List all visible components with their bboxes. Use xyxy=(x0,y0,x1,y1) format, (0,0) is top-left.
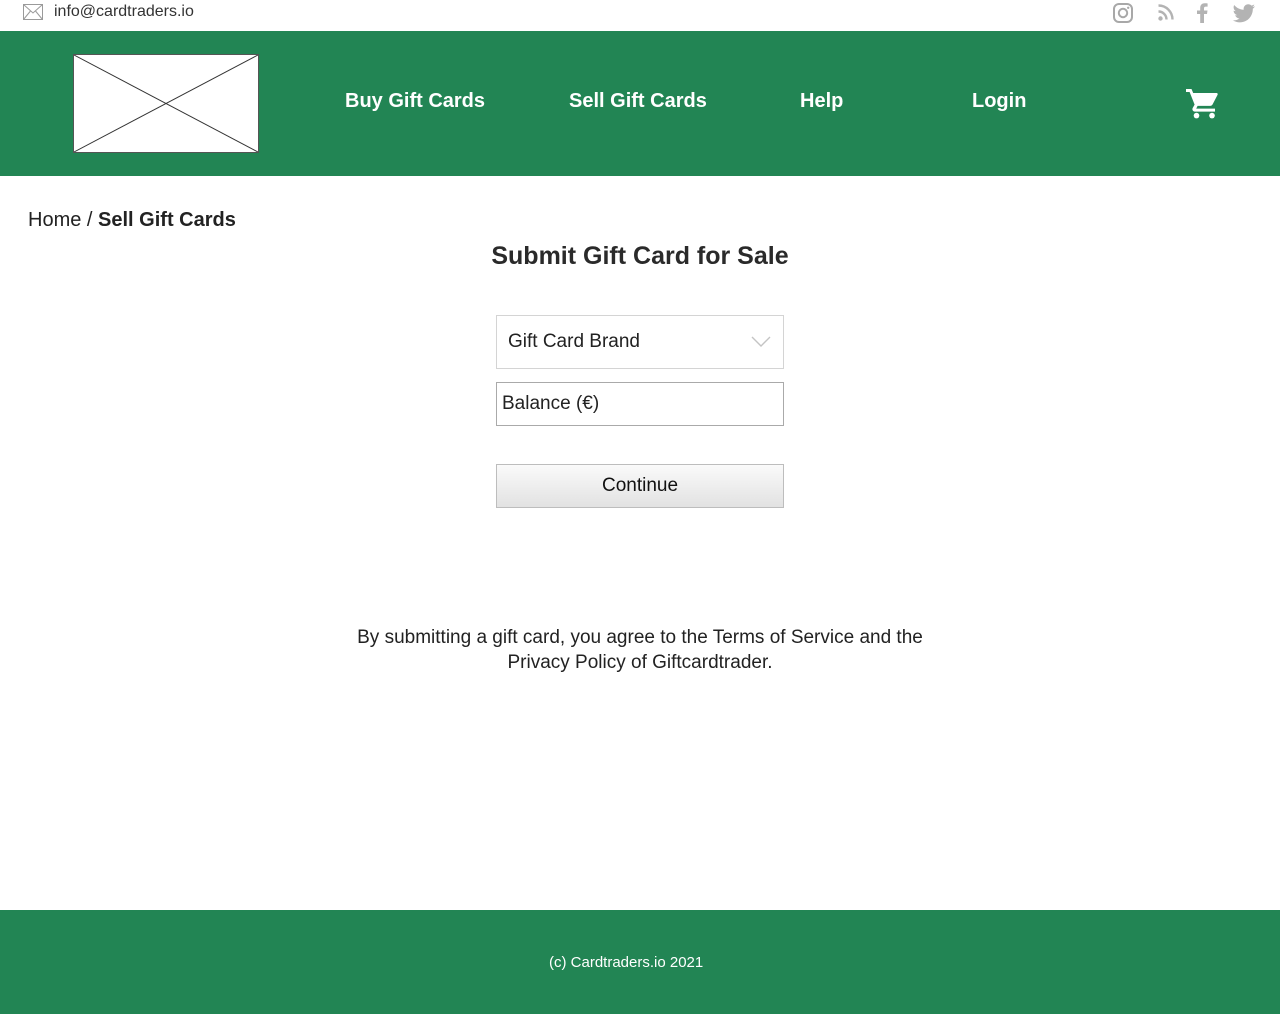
twitter-icon[interactable] xyxy=(1231,2,1256,24)
balance-input[interactable] xyxy=(496,382,784,426)
breadcrumb-current: Sell Gift Cards xyxy=(98,209,236,231)
agreement-text: By submitting a gift card, you agree to … xyxy=(340,625,940,675)
site-footer: (c) Cardtraders.io 2021 xyxy=(0,910,1280,1014)
select-label: Gift Card Brand xyxy=(508,331,640,352)
mail-icon xyxy=(23,4,43,20)
contact-email[interactable]: info@cardtraders.io xyxy=(54,2,194,22)
chevron-down-icon xyxy=(751,336,771,348)
nav-help[interactable]: Help xyxy=(800,88,843,114)
nav-login[interactable]: Login xyxy=(972,88,1026,114)
nav-sell-gift-cards[interactable]: Sell Gift Cards xyxy=(569,88,707,114)
continue-button[interactable]: Continue xyxy=(496,464,784,508)
gift-card-brand-select[interactable]: Gift Card Brand xyxy=(496,315,784,369)
instagram-icon[interactable] xyxy=(1112,2,1134,24)
agreement-line-1: By submitting a gift card, you agree to … xyxy=(357,627,923,648)
page-title: Submit Gift Card for Sale xyxy=(491,242,789,270)
copyright-text: (c) Cardtraders.io 2021 xyxy=(549,954,704,971)
breadcrumb: Home / Sell Gift Cards xyxy=(28,207,236,233)
cart-icon[interactable] xyxy=(1185,87,1219,119)
nav-buy-gift-cards[interactable]: Buy Gift Cards xyxy=(345,88,485,114)
breadcrumb-separator: / xyxy=(81,209,99,231)
rss-icon[interactable] xyxy=(1157,2,1175,24)
facebook-icon[interactable] xyxy=(1195,2,1209,24)
logo-placeholder[interactable] xyxy=(73,54,259,153)
top-bar: info@cardtraders.io xyxy=(0,0,1280,31)
breadcrumb-home[interactable]: Home xyxy=(28,209,81,231)
site-header: Buy Gift Cards Sell Gift Cards Help Logi… xyxy=(0,31,1280,176)
agreement-line-2: Privacy Policy of Giftcardtrader. xyxy=(507,652,773,673)
